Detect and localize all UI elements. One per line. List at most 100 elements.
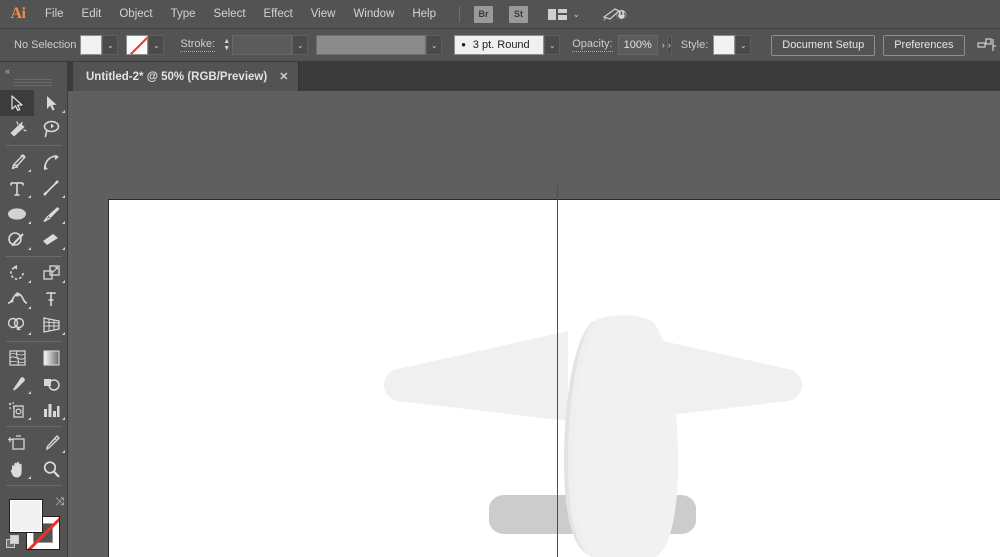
shaper-icon [8,232,24,247]
selection-status-label: No Selection [14,39,77,51]
gradient-icon [42,350,60,366]
width-tool[interactable] [0,286,34,312]
stroke-profile-dropdown[interactable]: ⌄ [544,35,561,55]
fill-swatch-dropdown[interactable]: ⌄ [102,35,119,55]
brush-definition-dropdown[interactable]: ⌄ [426,35,443,55]
lasso-tool[interactable] [34,116,68,142]
shape-builder-icon [7,317,24,330]
menu-view[interactable]: View [302,0,345,29]
graphic-style-swatch[interactable] [713,35,736,55]
tools-divider [6,256,62,257]
stroke-weight-input[interactable] [232,35,293,55]
magic-wand-tool[interactable] [0,116,34,142]
column-graph-icon [43,403,59,417]
artboard[interactable] [108,199,1000,557]
stroke-swatch-dropdown[interactable]: ⌄ [148,35,165,55]
fill-stroke-controls: ⤨ [0,495,68,557]
document-setup-button[interactable]: Document Setup [771,34,876,56]
brush-definition-preview[interactable] [316,35,427,55]
arrange-documents-button[interactable]: ⌄ [548,8,580,20]
zoom-tool[interactable] [34,456,68,482]
paintbrush-icon [42,207,59,223]
curvature-tool[interactable] [34,149,68,175]
stepper-down-icon: ▼ [223,45,231,52]
gradient-tool[interactable] [34,345,68,371]
pen-nib-icon [11,154,26,170]
scale-tool[interactable] [34,260,68,286]
close-icon[interactable]: ✕ [279,70,288,83]
line-icon [43,180,59,196]
eyedropper-icon [12,377,25,391]
menu-type[interactable]: Type [162,0,205,29]
selection-arrow-icon [10,94,23,111]
illustrator-window: Ai File Edit Object Type Select Effect V… [0,0,1000,557]
opacity-expand-button[interactable]: › [662,35,665,55]
mesh-icon [8,350,26,366]
symbol-sprayer-tool[interactable] [0,397,34,423]
artboard-tool[interactable] [0,430,34,456]
blend-tool[interactable] [34,371,68,397]
eraser-tool[interactable] [34,227,68,253]
menu-edit[interactable]: Edit [73,0,111,29]
stroke-color-swatch[interactable] [126,35,149,55]
vertical-guide[interactable] [557,186,558,557]
type-tool[interactable] [0,175,34,201]
preferences-button[interactable]: Preferences [883,34,965,56]
direct-selection-tool[interactable] [34,90,68,116]
stock-icon[interactable]: St [509,5,528,23]
perspective-grid-icon [43,317,60,333]
width-icon [7,292,27,304]
menu-object[interactable]: Object [110,0,161,29]
opacity-input[interactable]: 100% [617,35,658,55]
tools-panel-collapse-button[interactable]: « [0,62,67,79]
perspective-grid-tool[interactable] [34,312,68,338]
menu-select[interactable]: Select [205,0,255,29]
symbol-sprayer-icon [8,402,24,418]
fill-swatch-indicator[interactable] [9,499,43,533]
line-segment-tool[interactable] [34,175,68,201]
tools-divider [6,485,62,486]
shape-builder-tool[interactable] [0,312,34,338]
stroke-weight-dropdown[interactable]: ⌄ [292,35,309,55]
workspace-switcher-button[interactable] [602,6,628,22]
mesh-tool[interactable] [0,345,34,371]
control-expand-button[interactable]: › [666,35,672,55]
tools-grid [0,90,68,489]
slice-tool[interactable] [34,430,68,456]
eraser-icon [43,233,58,245]
rotate-icon [9,265,24,280]
bridge-icon[interactable]: Br [474,5,493,23]
align-options-button[interactable]: ⌄ [976,37,1000,53]
pen-tool[interactable] [0,149,34,175]
hand-icon [10,461,22,477]
column-graph-tool[interactable] [34,397,68,423]
menu-file[interactable]: File [36,0,73,29]
tools-panel-grip[interactable] [14,79,52,87]
style-label: Style: [680,39,709,51]
swap-fill-stroke-icon[interactable]: ⤨ [55,496,64,509]
lasso-icon [43,120,59,138]
paintbrush-tool[interactable] [34,201,68,227]
opacity-label[interactable]: Opacity: [572,38,613,52]
stroke-weight-stepper[interactable]: ▲ ▼ [221,35,232,55]
graphic-style-dropdown[interactable]: ⌄ [735,35,752,55]
free-transform-tool[interactable] [34,286,68,312]
document-tab[interactable]: Untitled-2* @ 50% (RGB/Preview) ✕ [73,62,300,91]
menu-effect[interactable]: Effect [255,0,302,29]
rotate-tool[interactable] [0,260,34,286]
fill-color-swatch[interactable] [80,35,103,55]
menu-window[interactable]: Window [344,0,403,29]
ellipse-tool[interactable] [0,201,34,227]
eyedropper-tool[interactable] [0,371,34,397]
blend-icon [43,379,60,391]
hand-tool[interactable] [0,456,34,482]
document-tab-title: Untitled-2* @ 50% (RGB/Preview) [86,70,268,83]
menu-help[interactable]: Help [403,0,445,29]
tools-panel: « ⤨ [0,62,68,557]
canvas-area[interactable] [68,91,1000,557]
default-fill-stroke-icon[interactable] [6,535,20,549]
stroke-weight-label[interactable]: Stroke: [180,38,216,52]
shaper-tool[interactable] [0,227,34,253]
selection-tool[interactable] [0,90,34,116]
stroke-profile-select[interactable]: • 3 pt. Round [454,35,545,55]
